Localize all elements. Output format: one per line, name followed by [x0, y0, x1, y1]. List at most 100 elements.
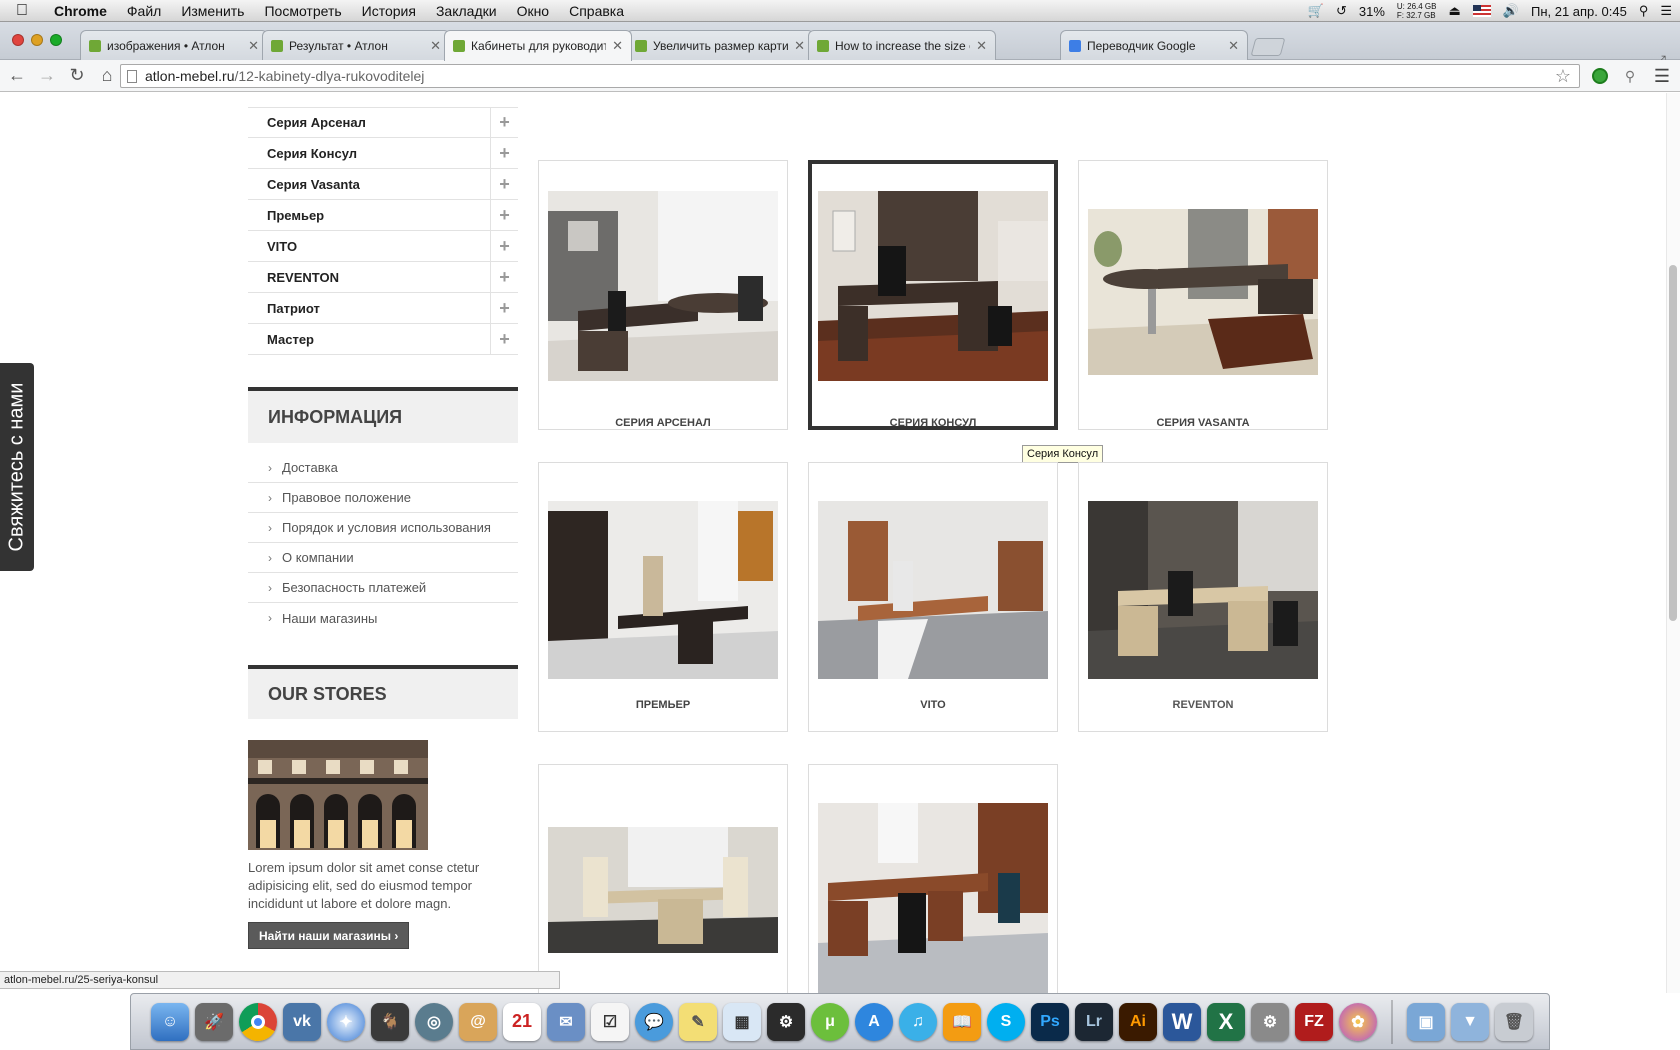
excel-icon[interactable]: X — [1207, 1002, 1245, 1041]
battery-percent[interactable]: 31% — [1359, 4, 1385, 19]
flower-app-icon[interactable]: ✿ — [1339, 1002, 1377, 1041]
time-machine-icon[interactable]: ↺ — [1336, 3, 1347, 19]
close-tab-icon[interactable]: ✕ — [1228, 38, 1239, 54]
close-tab-icon[interactable]: ✕ — [794, 38, 805, 54]
zoom-window-button[interactable] — [50, 34, 62, 46]
launchpad-rocket-icon[interactable]: 🚀 — [195, 1002, 233, 1041]
menu-bookmarks[interactable]: Закладки — [426, 3, 507, 19]
product-image[interactable] — [1088, 501, 1318, 679]
product-image[interactable] — [548, 827, 778, 953]
info-link[interactable]: › О компании — [248, 543, 518, 573]
menu-view[interactable]: Посмотреть — [254, 3, 351, 19]
extension-key-icon[interactable]: ⚲ — [1620, 66, 1640, 86]
info-link[interactable]: › Наши магазины — [248, 603, 518, 633]
info-link[interactable]: › Правовое положение — [248, 483, 518, 513]
system-preferences-gear-icon[interactable]: ⚙ — [1251, 1002, 1289, 1041]
product-caption[interactable]: ПРЕМЬЕР — [538, 699, 788, 711]
browser-tab-5[interactable]: How to increase the size o ✕ — [808, 30, 996, 60]
info-link[interactable]: › Порядок и условия использования — [248, 513, 518, 543]
info-link[interactable]: › Безопасность платежей — [248, 573, 518, 603]
scrollbar-thumb[interactable] — [1669, 265, 1677, 621]
minimize-window-button[interactable] — [31, 34, 43, 46]
info-link[interactable]: › Доставка — [248, 453, 518, 483]
extension-green-icon[interactable] — [1590, 66, 1610, 86]
chrome-menu-icon[interactable]: ☰ — [1652, 66, 1672, 86]
browser-tab-3-active[interactable]: Кабинеты для руководите ✕ — [444, 30, 632, 61]
product-card-vasanta[interactable] — [1078, 160, 1328, 430]
product-caption[interactable]: REVENTON — [1078, 699, 1328, 711]
itunes-music-icon[interactable]: ♫ — [899, 1002, 937, 1041]
apple-icon[interactable]:  — [0, 2, 44, 20]
forward-arrow-icon[interactable]: → — [34, 63, 60, 89]
reload-icon[interactable]: ↻ — [64, 63, 90, 89]
product-card-reventon[interactable] — [1078, 462, 1328, 732]
address-bar[interactable]: atlon-mebel.ru/12-kabinety-dlya-rukovodi… — [120, 64, 1580, 88]
browser-tab-2[interactable]: Результат • Атлон ✕ — [262, 30, 450, 60]
category-item[interactable]: VITO + — [248, 231, 518, 262]
category-item[interactable]: Серия Vasanta + — [248, 169, 518, 200]
menu-window[interactable]: Окно — [507, 3, 560, 19]
menu-edit[interactable]: Изменить — [171, 3, 254, 19]
menu-app[interactable]: Chrome — [44, 3, 117, 19]
calendar-21-icon[interactable]: 21 — [503, 1002, 541, 1041]
skype-icon[interactable]: S — [987, 1002, 1025, 1041]
close-tab-icon[interactable]: ✕ — [430, 38, 441, 54]
product-caption[interactable]: СЕРИЯ VASANTA — [1078, 417, 1328, 429]
basket-icon[interactable]: 🛒 — [1308, 3, 1324, 19]
category-item[interactable]: REVENTON + — [248, 262, 518, 293]
bookmark-star-icon[interactable]: ☆ — [1555, 66, 1571, 87]
product-caption[interactable]: СЕРИЯ АРСЕНАЛ — [538, 417, 788, 429]
category-item[interactable]: Серия Консул + — [248, 138, 518, 169]
menu-help[interactable]: Справка — [559, 3, 634, 19]
close-tab-icon[interactable]: ✕ — [976, 38, 987, 54]
contacts-at-icon[interactable]: @ — [459, 1002, 497, 1041]
reminders-list-icon[interactable]: ☑ — [591, 1002, 629, 1041]
product-image[interactable] — [548, 191, 778, 381]
preview-photos-icon[interactable]: ▦ — [723, 1002, 761, 1041]
utorrent-icon[interactable]: μ — [811, 1002, 849, 1041]
photoshop-icon[interactable]: Ps — [1031, 1002, 1069, 1041]
eject-icon[interactable]: ⏏ — [1448, 3, 1460, 19]
new-tab-button[interactable] — [1250, 38, 1286, 56]
word-icon[interactable]: W — [1163, 1002, 1201, 1041]
chrome-icon[interactable] — [239, 1002, 277, 1041]
vk-icon[interactable]: vk — [283, 1002, 321, 1041]
expand-plus-icon[interactable]: + — [490, 138, 518, 168]
product-card-patriot[interactable] — [538, 764, 788, 993]
browser-tab-4[interactable]: Увеличить размер картин ✕ — [626, 30, 814, 60]
volume-icon[interactable]: 🔊 — [1503, 3, 1519, 19]
find-stores-button[interactable]: Найти наши магазины › — [248, 922, 410, 949]
product-image[interactable] — [818, 501, 1048, 679]
back-arrow-icon[interactable]: ← — [4, 63, 30, 89]
product-image[interactable] — [1088, 209, 1318, 375]
clock[interactable]: Пн, 21 апр. 0:45 — [1531, 4, 1627, 19]
store-photo[interactable] — [248, 740, 428, 850]
product-image[interactable] — [818, 803, 1048, 993]
expand-plus-icon[interactable]: + — [490, 200, 518, 230]
expand-plus-icon[interactable]: + — [490, 293, 518, 323]
category-item[interactable]: Мастер + — [248, 324, 518, 355]
product-image[interactable] — [818, 191, 1048, 381]
menu-file[interactable]: Файл — [117, 3, 171, 19]
product-caption[interactable]: СЕРИЯ КОНСУЛ — [808, 417, 1058, 429]
product-card-arsenal[interactable] — [538, 160, 788, 430]
network-globe-icon[interactable]: ◎ — [415, 1002, 453, 1041]
app-store-icon[interactable]: A — [855, 1002, 893, 1041]
downloads-folder-icon[interactable]: ▼ — [1451, 1002, 1489, 1041]
ibooks-icon[interactable]: 📖 — [943, 1002, 981, 1041]
browser-tab-1[interactable]: изображения • Атлон ✕ — [80, 30, 268, 60]
filezilla-icon[interactable]: FZ — [1295, 1002, 1333, 1041]
vertical-scrollbar[interactable] — [1666, 93, 1680, 993]
notification-list-icon[interactable]: ☰ — [1660, 3, 1672, 19]
expand-plus-icon[interactable]: + — [490, 324, 518, 354]
home-icon[interactable]: ⌂ — [94, 63, 120, 89]
finder-icon[interactable]: ☺ — [151, 1002, 189, 1041]
close-window-button[interactable] — [12, 34, 24, 46]
messages-bubble-icon[interactable]: 💬 — [635, 1002, 673, 1041]
trash-icon[interactable]: 🗑 — [1495, 1002, 1533, 1041]
category-item[interactable]: Серия Арсенал + — [248, 107, 518, 138]
expand-plus-icon[interactable]: + — [490, 262, 518, 292]
expand-plus-icon[interactable]: + — [490, 107, 518, 138]
us-flag-icon[interactable] — [1472, 5, 1491, 17]
safari-compass-icon[interactable]: ✦ — [327, 1002, 365, 1041]
